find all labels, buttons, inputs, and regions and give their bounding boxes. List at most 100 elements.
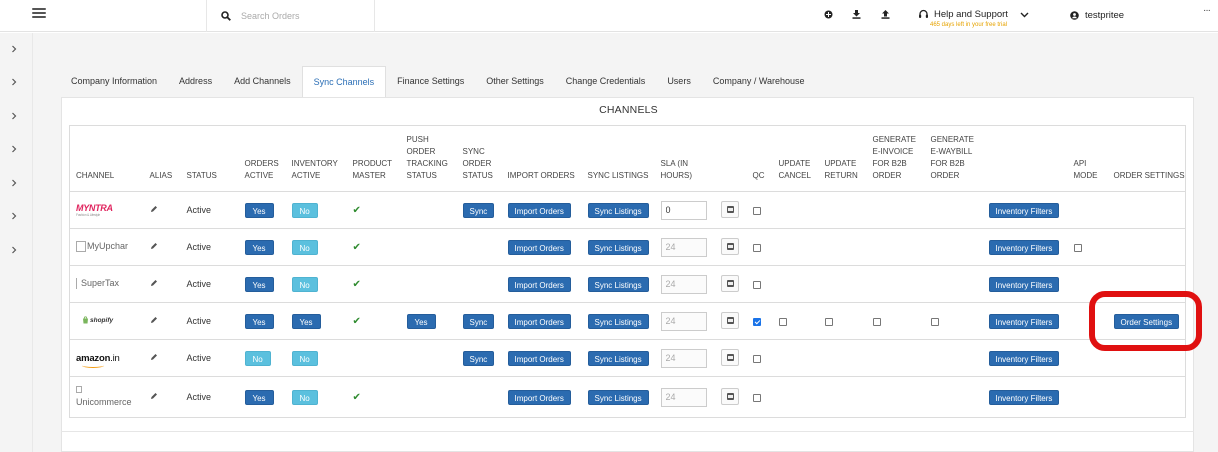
upload-icon[interactable] [880,9,890,19]
chevron-right-icon[interactable] [10,78,18,86]
orders-active-toggle[interactable]: Yes [244,313,274,329]
sync-order-status-button[interactable]: Sync [462,313,495,329]
inventory-filters-button[interactable]: Inventory Filters [988,239,1060,255]
sync-listings-button[interactable]: Sync Listings [587,239,649,255]
inventory-active-toggle[interactable]: No [291,276,318,292]
import-orders-button[interactable]: Import Orders [507,350,571,366]
tab-finance-settings[interactable]: Finance Settings [386,66,475,98]
edit-alias-icon[interactable] [150,242,158,252]
generate-einvoice-checkbox[interactable] [872,317,881,326]
qc-checkbox[interactable] [752,280,761,289]
inventory-active-toggle[interactable]: Yes [291,313,321,329]
import-orders-button[interactable]: Import Orders [507,202,571,218]
qc-checkbox[interactable] [752,243,761,252]
push-order-tracking-toggle[interactable]: Yes [406,313,436,329]
inventory-filters-button[interactable]: Inventory Filters [988,313,1060,329]
inventory-active-toggle[interactable]: No [291,389,318,405]
calendar-icon[interactable] [720,348,739,366]
tab-company-information[interactable]: Company Information [60,66,168,98]
sla-input[interactable] [660,200,707,220]
orders-active-toggle[interactable]: No [244,350,271,366]
add-circle-icon[interactable] [823,9,833,19]
import-orders-button[interactable]: Import Orders [507,313,571,329]
col-channel: CHANNEL [69,125,144,192]
calendar-icon[interactable] [720,237,739,255]
inventory-active-toggle[interactable]: No [291,239,318,255]
edit-alias-icon[interactable] [150,392,158,402]
import-orders-button[interactable]: Import Orders [507,276,571,292]
edit-alias-icon[interactable] [150,205,158,215]
update-return-checkbox[interactable] [824,317,833,326]
inventory-active-toggle[interactable]: No [291,350,318,366]
sync-listings-button[interactable]: Sync Listings [587,350,649,366]
chevron-right-icon[interactable] [10,45,18,53]
qc-checkbox[interactable] [752,317,761,326]
update-cancel-checkbox[interactable] [778,317,787,326]
edit-alias-icon[interactable] [150,316,158,326]
generate-ewaybill-checkbox[interactable] [930,317,939,326]
calendar-icon[interactable] [720,200,739,218]
calendar-icon[interactable] [720,274,739,292]
chevron-right-icon[interactable] [10,179,18,187]
channels-table: CHANNEL ALIAS STATUS ORDERS ACTIVE INVEN… [69,125,1186,418]
inventory-filters-button[interactable]: Inventory Filters [988,350,1060,366]
tab-other-settings[interactable]: Other Settings [475,66,555,98]
hamburger-menu-icon[interactable] [32,8,46,18]
tab-users[interactable]: Users [656,66,702,98]
tab-sync-channels[interactable]: Sync Channels [301,66,387,98]
orders-active-toggle[interactable]: Yes [244,239,274,255]
status-text: Active [180,376,239,418]
myupchar-logo: MyUpchar [76,240,128,252]
inventory-filters-button[interactable]: Inventory Filters [988,276,1060,292]
sla-input[interactable] [660,387,707,407]
import-orders-button[interactable]: Import Orders [507,239,571,255]
user-menu[interactable]: testpritee [1070,10,1124,21]
channel-cell: MyUpchar [69,228,144,266]
api-mode-checkbox[interactable] [1073,243,1082,252]
chevron-right-icon[interactable] [10,112,18,120]
chevron-right-icon[interactable] [10,246,18,254]
sla-input[interactable] [660,237,707,257]
edit-alias-icon[interactable] [150,279,158,289]
col-sync-listings: SYNC LISTINGS [581,125,655,192]
sync-listings-button[interactable]: Sync Listings [587,276,649,292]
sync-order-status-button[interactable]: Sync [462,350,495,366]
tab-company-warehouse[interactable]: Company / Warehouse [702,66,816,98]
sla-input[interactable] [660,348,707,368]
sync-order-status-button[interactable]: Sync [462,202,495,218]
chevron-right-icon[interactable] [10,145,18,153]
help-and-support-menu[interactable]: Help and Support 465 days left in your f… [918,9,1029,31]
import-orders-button[interactable]: Import Orders [507,389,571,405]
calendar-icon[interactable] [720,311,739,329]
qc-checkbox[interactable] [752,206,761,215]
inventory-active-toggle[interactable]: No [291,202,318,218]
status-text: Active [180,339,239,377]
inventory-filters-button[interactable]: Inventory Filters [988,202,1060,218]
orders-active-toggle[interactable]: Yes [244,202,274,218]
qc-checkbox[interactable] [752,354,761,363]
sla-input[interactable] [660,274,707,294]
settings-tabs: Company Information Address Add Channels… [60,66,816,98]
edit-alias-icon[interactable] [150,353,158,363]
status-text: Active [180,302,239,340]
search-icon [221,11,231,21]
sync-listings-button[interactable]: Sync Listings [587,313,649,329]
sla-input[interactable] [660,311,707,331]
search-input[interactable] [241,11,361,21]
orders-active-toggle[interactable]: Yes [244,389,274,405]
tab-change-credentials[interactable]: Change Credentials [555,66,657,98]
tab-add-channels[interactable]: Add Channels [223,66,302,98]
calendar-icon[interactable] [720,387,739,405]
tab-address[interactable]: Address [168,66,223,98]
sync-listings-button[interactable]: Sync Listings [587,389,649,405]
sync-listings-button[interactable]: Sync Listings [587,202,649,218]
inventory-filters-button[interactable]: Inventory Filters [988,389,1060,405]
qc-checkbox[interactable] [752,393,761,402]
chevron-right-icon[interactable] [10,212,18,220]
download-icon[interactable] [851,9,861,19]
highlight-callout [1089,291,1202,351]
orders-active-toggle[interactable]: Yes [244,276,274,292]
col-qc: QC [746,125,773,192]
more-options-icon[interactable]: ··· [1203,5,1211,16]
check-icon: ✔ [352,315,361,327]
